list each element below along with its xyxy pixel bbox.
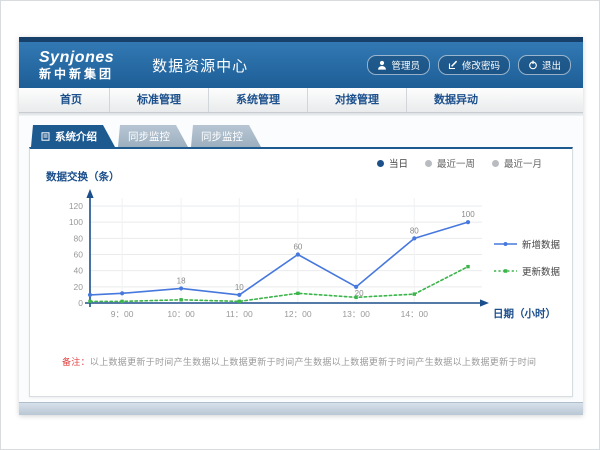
- y-tick-label: 20: [74, 282, 84, 292]
- x-tick-label: 11：00: [226, 309, 253, 319]
- x-tick-label: 13：00: [342, 309, 370, 319]
- series-line-更新数据: [90, 267, 468, 302]
- x-tick-label: 9：00: [111, 309, 134, 319]
- brand-logo-en: Synjones: [39, 50, 114, 66]
- header: Synjones 新中新集团 数据资源中心 管理员 修改密: [19, 42, 583, 88]
- x-tick-label: 10：00: [167, 309, 195, 319]
- nav-item-1[interactable]: 首页: [33, 88, 110, 112]
- point-value-label: 18: [177, 276, 186, 285]
- user-button[interactable]: 管理员: [367, 55, 430, 75]
- y-tick-label: 40: [74, 266, 84, 276]
- footnote: 备注：以上数据更新于时间产生数据以上数据更新于时间产生数据以上数据更新于时间产生…: [62, 355, 536, 368]
- y-tick-label: 0: [78, 298, 83, 308]
- data-point: [179, 286, 183, 290]
- legend-label: 更新数据: [522, 264, 560, 278]
- period-label: 当日: [389, 156, 408, 170]
- tab-label: 同步监控: [128, 129, 170, 144]
- data-point: [296, 292, 299, 295]
- document-icon: [41, 132, 50, 141]
- period-label: 最近一周: [437, 156, 475, 170]
- data-point: [120, 291, 124, 295]
- nav-item-2[interactable]: 标准管理: [110, 88, 209, 112]
- data-point: [354, 296, 357, 299]
- brand-logo-cn: 新中新集团: [39, 68, 114, 80]
- tab-label: 系统介绍: [55, 129, 97, 144]
- power-icon: [528, 60, 538, 70]
- data-point: [237, 293, 241, 297]
- data-point: [179, 298, 182, 301]
- nav-item-4[interactable]: 对接管理: [308, 88, 407, 112]
- chart-svg: 0 20 40 60 80 100 120 9：00 10：00 11：00 12：00 13：00 1…: [44, 181, 504, 331]
- screen: Synjones 新中新集团 数据资源中心 管理员 修改密: [0, 0, 600, 450]
- main-nav: 首页标准管理系统管理对接管理数据异动: [19, 88, 583, 113]
- page-title: 数据资源中心: [152, 55, 248, 76]
- y-tick-label: 60: [74, 250, 84, 260]
- data-point: [120, 300, 123, 303]
- data-point: [88, 293, 92, 297]
- data-point: [412, 236, 416, 240]
- nav-shadow: [19, 113, 583, 116]
- tab-2[interactable]: 同步监控: [118, 125, 188, 147]
- footnote-text: 以上数据更新于时间产生数据以上数据更新于时间产生数据以上数据更新于时间产生数据以…: [90, 357, 536, 367]
- period-option-2[interactable]: 最近一周: [425, 156, 475, 170]
- data-point: [88, 300, 91, 303]
- tab-1[interactable]: 系统介绍: [31, 125, 115, 147]
- data-point: [466, 265, 469, 268]
- data-point: [296, 252, 300, 256]
- period-option-3[interactable]: 最近一月: [492, 156, 542, 170]
- period-filter-group: 当日 最近一周 最近一月: [377, 156, 542, 170]
- x-tick-label: 12：00: [284, 309, 312, 319]
- radio-dot-icon: [377, 160, 384, 167]
- x-tick-label: 14：00: [401, 309, 429, 319]
- data-point: [238, 300, 241, 303]
- chart-legend: 新增数据更新数据: [494, 237, 560, 291]
- y-tick-label: 80: [74, 233, 84, 243]
- tab-3[interactable]: 同步监控: [191, 125, 261, 147]
- data-point: [466, 220, 470, 224]
- period-option-1[interactable]: 当日: [377, 156, 408, 170]
- content-panel: 当日最近一周最近一月 数据交换（条） 0204060801001209：0010…: [29, 147, 573, 397]
- radio-dot-icon: [492, 160, 499, 167]
- y-tick-label: 100: [69, 217, 83, 227]
- point-value-label: 80: [410, 226, 419, 235]
- footnote-prefix: 备注：: [62, 357, 90, 367]
- footer-bar: [19, 402, 583, 415]
- logout-button[interactable]: 退出: [518, 55, 571, 75]
- nav-item-5[interactable]: 数据异动: [407, 88, 505, 112]
- user-button-label: 管理员: [391, 58, 420, 72]
- edit-icon: [448, 60, 458, 70]
- legend-swatch-icon: [494, 266, 517, 276]
- point-value-label: 60: [293, 243, 302, 252]
- tab-label: 同步监控: [201, 129, 243, 144]
- tab-bar: 系统介绍 同步监控 同步监控: [31, 125, 264, 147]
- user-icon: [377, 60, 387, 70]
- point-value-label: 100: [461, 210, 475, 219]
- point-value-label: 10: [235, 283, 244, 292]
- header-actions: 管理员 修改密码 退出: [367, 55, 571, 75]
- line-chart: 0 20 40 60 80 100 120 9：00 10：00 11：00 12：00 13：00 1…: [44, 181, 504, 331]
- period-label: 最近一月: [504, 156, 542, 170]
- legend-item-2[interactable]: 更新数据: [494, 264, 560, 278]
- legend-item-1[interactable]: 新增数据: [494, 237, 560, 251]
- legend-label: 新增数据: [522, 237, 560, 251]
- radio-dot-icon: [425, 160, 432, 167]
- data-point: [413, 292, 416, 295]
- change-password-button[interactable]: 修改密码: [438, 55, 510, 75]
- y-tick-label: 120: [69, 201, 83, 211]
- change-password-label: 修改密码: [462, 58, 500, 72]
- brand-logo: Synjones 新中新集团: [39, 50, 114, 80]
- logout-label: 退出: [542, 58, 561, 72]
- x-axis-title: 日期（小时）: [493, 306, 556, 321]
- app-window: Synjones 新中新集团 数据资源中心 管理员 修改密: [19, 37, 583, 415]
- nav-item-3[interactable]: 系统管理: [209, 88, 308, 112]
- legend-swatch-icon: [494, 239, 517, 249]
